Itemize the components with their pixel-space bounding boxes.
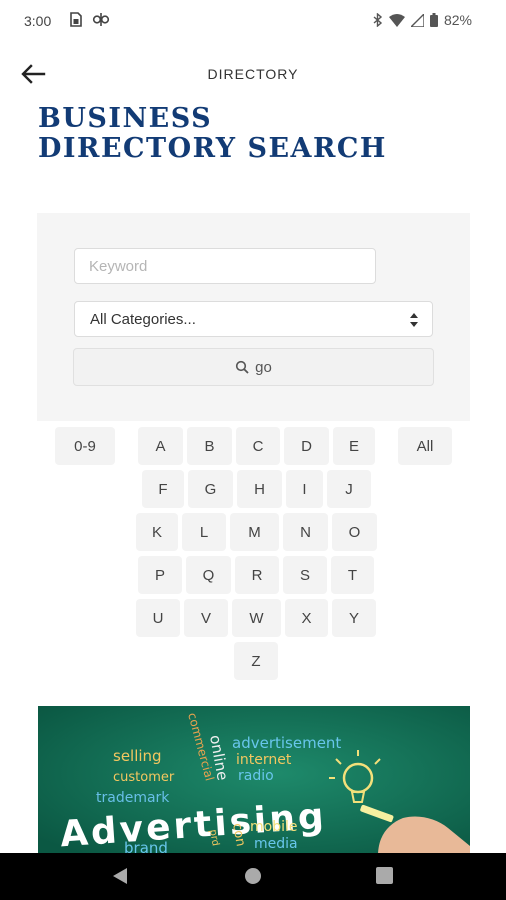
key-letter-z[interactable]: Z [234,642,278,680]
banner-artwork: commercial online selling customer trade… [38,706,470,856]
banner-word-mobile: mobile [250,819,297,835]
advertising-banner[interactable]: commercial online selling customer trade… [38,706,470,856]
key-letter-o[interactable]: O [332,513,377,551]
key-letter-c[interactable]: C [236,427,280,465]
signal-icon [410,13,424,27]
wifi-icon [388,13,405,27]
key-letter-w[interactable]: W [232,599,281,637]
bluetooth-icon [373,13,383,27]
key-letter-r[interactable]: R [235,556,279,594]
banner-word-advertisement: advertisement [232,734,341,752]
key-letter-q[interactable]: Q [186,556,231,594]
key-letter-i[interactable]: I [286,470,323,508]
key-letter-h[interactable]: H [237,470,282,508]
status-bar: 3:00 82% [0,0,506,44]
key-letter-n[interactable]: N [283,513,328,551]
key-letter-e[interactable]: E [333,427,375,465]
page-title-line-1: BUSINESS [38,103,213,134]
key-letter-v[interactable]: V [184,599,228,637]
app-bar-title: DIRECTORY [207,66,299,82]
key-all[interactable]: All [398,427,452,465]
app-bar: DIRECTORY [0,52,506,96]
link-icon [92,13,110,26]
status-time: 3:00 [24,13,52,29]
battery-icon [429,13,438,27]
key-letter-a[interactable]: A [138,427,183,465]
category-select-value: All Categories... [90,311,196,328]
key-letter-x[interactable]: X [285,599,328,637]
key-letter-u[interactable]: U [136,599,180,637]
page-title: BUSINESS DIRECTORY SEARCH [38,104,387,164]
key-letter-l[interactable]: L [182,513,226,551]
search-panel: All Categories... go [37,213,470,421]
key-letter-g[interactable]: G [188,470,233,508]
key-letter-k[interactable]: K [136,513,178,551]
banner-word-trademark: trademark [96,790,170,806]
key-letter-y[interactable]: Y [332,599,376,637]
system-navigation-bar [0,853,506,900]
banner-word-media: media [254,836,298,852]
key-0-9[interactable]: 0-9 [55,427,115,465]
back-triangle-icon[interactable] [112,867,128,885]
key-letter-t[interactable]: T [331,556,374,594]
key-letter-f[interactable]: F [142,470,184,508]
page-title-line-2: DIRECTORY SEARCH [38,133,387,164]
battery-percent: 82% [443,12,472,28]
category-select[interactable]: All Categories... [74,301,433,337]
recents-square-icon[interactable] [376,867,393,884]
banner-word-selling: selling [113,747,162,765]
key-letter-s[interactable]: S [283,556,327,594]
key-letter-b[interactable]: B [187,427,232,465]
banner-word-radio: radio [238,768,274,784]
select-arrows-icon [410,313,418,327]
key-letter-p[interactable]: P [138,556,182,594]
banner-word-internet: internet [236,752,292,768]
home-circle-icon[interactable] [244,867,262,885]
search-icon [236,360,249,374]
key-letter-j[interactable]: J [327,470,371,508]
sim-card-icon [70,12,82,27]
keyword-input[interactable] [74,248,376,284]
go-button[interactable]: go [73,348,434,386]
key-letter-m[interactable]: M [230,513,279,551]
go-button-label: go [255,358,272,376]
banner-word-customer: customer [113,770,175,785]
key-letter-d[interactable]: D [284,427,329,465]
